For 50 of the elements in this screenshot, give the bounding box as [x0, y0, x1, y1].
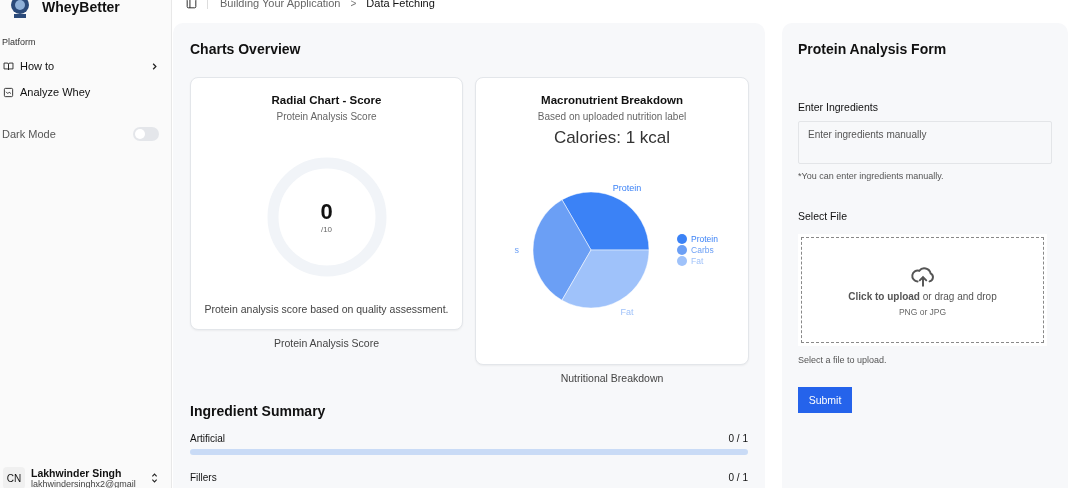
ingredient-label: Artificial: [190, 433, 225, 445]
score-value: 0: [320, 200, 333, 223]
card-subtitle: Protein Analysis Score: [276, 111, 377, 122]
nav-item[interactable]: How to: [0, 53, 171, 79]
calories-text: Calories: 1 kcal: [553, 128, 671, 148]
field-label: Enter Ingredients: [798, 101, 879, 113]
breadcrumb: Data Fetching: [366, 0, 435, 9]
card-subtitle: Based on uploaded nutrition label: [537, 111, 687, 122]
section-title: Ingredient Summary: [190, 403, 327, 419]
breadcrumb-separator: >: [350, 0, 357, 9]
book-icon: [3, 60, 14, 72]
file-dropzone[interactable]: Click to upload or drag and drop PNG or JPG: [798, 234, 1047, 346]
legend-label: Carbs: [691, 245, 714, 255]
sidebar-toggle-icon[interactable]: [186, 0, 197, 9]
ingredient-label: Fillers: [190, 472, 217, 484]
nav-item[interactable]: Analyze Whey: [0, 79, 171, 105]
field-hint: *You can enter ingredients manually.: [798, 171, 945, 181]
card-caption: Nutritional Breakdown: [560, 372, 664, 384]
ingredients-field[interactable]: Enter ingredients manually: [798, 121, 1052, 164]
legend-label: Protein: [691, 234, 718, 244]
upload-link[interactable]: Click to upload: [848, 291, 920, 302]
brand-name: WheyBetter: [42, 0, 120, 15]
section-title: Charts Overview: [190, 41, 302, 57]
chart-icon: [3, 86, 14, 98]
ingredient-count: 0 / 1: [728, 433, 748, 445]
slice-label: s: [514, 245, 520, 255]
breadcrumb[interactable]: Building Your Application: [220, 0, 341, 9]
submit-button[interactable]: Submit: [798, 387, 852, 413]
card-title: Radial Chart - Score: [271, 94, 382, 106]
ingredient-count: 0 / 1: [728, 472, 748, 484]
chevron-up-down-icon: [150, 472, 159, 484]
dark-mode-label: Dark Mode: [2, 128, 56, 140]
dark-mode-toggle[interactable]: [133, 127, 159, 141]
form-title: Protein Analysis Form: [798, 41, 948, 57]
user-email: lakhwindersinghx2@gmail: [31, 479, 137, 488]
card-title: Macronutrient Breakdown: [541, 94, 683, 106]
field-hint: Select a file to upload.: [798, 355, 888, 365]
avatar: CN: [3, 467, 25, 488]
card-caption: Protein Analysis Score: [273, 337, 380, 349]
slice-label: Protein: [612, 182, 642, 193]
legend-label: Fat: [691, 256, 704, 266]
upload-text: or drag and drop: [922, 291, 997, 302]
field-label: Select File: [798, 210, 849, 222]
score-max: /10: [320, 224, 333, 234]
card-footer: Protein analysis score based on quality assessment.: [204, 303, 449, 315]
user-name: Lakhwinder Singh: [31, 467, 122, 479]
file-types: PNG or JPG: [898, 307, 947, 317]
logo-icon: [8, 0, 32, 19]
slice-label: Fat: [620, 307, 634, 318]
group-label: Platform: [2, 37, 37, 47]
